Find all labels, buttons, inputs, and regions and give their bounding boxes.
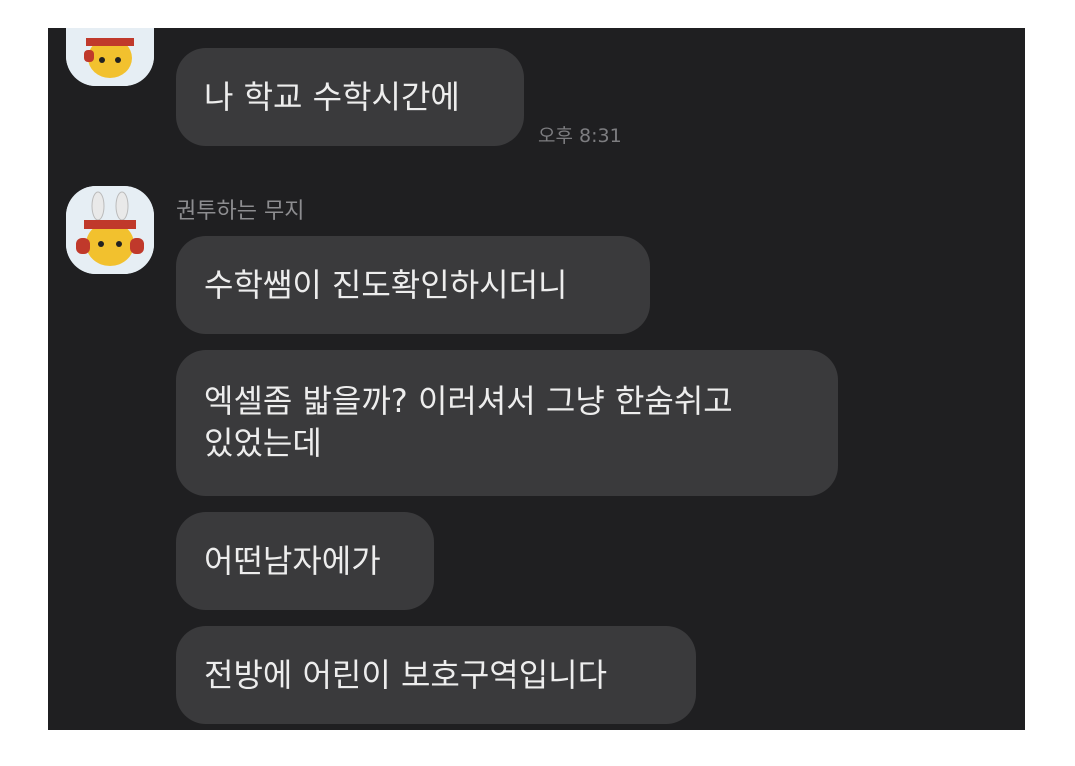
message-text-line: 있었는데 <box>204 424 322 462</box>
message-bubble-2[interactable]: 수학쌤이 진도확인하시더니 <box>176 236 650 334</box>
message-bubble-3[interactable]: 엑셀좀 밟을까? 이러셔서 그냥 한숨쉬고 있었는데 <box>176 350 838 496</box>
message-timestamp: 오후 8:31 <box>538 125 622 147</box>
message-bubble-4[interactable]: 어떤남자에가 <box>176 512 434 610</box>
message-text: 수학쌤이 진도확인하시더니 <box>204 266 568 304</box>
sender-name: 권투하는 무지 <box>176 199 305 224</box>
message-bubble-5[interactable]: 전방에 어린이 보호구역입니다 <box>176 626 696 724</box>
message-text: 나 학교 수학시간에 <box>204 78 460 116</box>
message-text: 어떤남자에가 <box>204 542 381 580</box>
chat-window: 나 학교 수학시간에 오후 8:31 권투하는 무지 수학쌤이 진도확인하시더니… <box>48 28 1025 730</box>
message-bubble-1[interactable]: 나 학교 수학시간에 <box>176 48 524 146</box>
sender-avatar-icon[interactable] <box>66 28 154 86</box>
message-text: 전방에 어린이 보호구역입니다 <box>204 656 608 694</box>
message-text-line: 엑셀좀 밟을까? 이러셔서 그냥 한숨쉬고 <box>204 382 733 420</box>
sender-avatar-icon[interactable] <box>66 186 154 274</box>
